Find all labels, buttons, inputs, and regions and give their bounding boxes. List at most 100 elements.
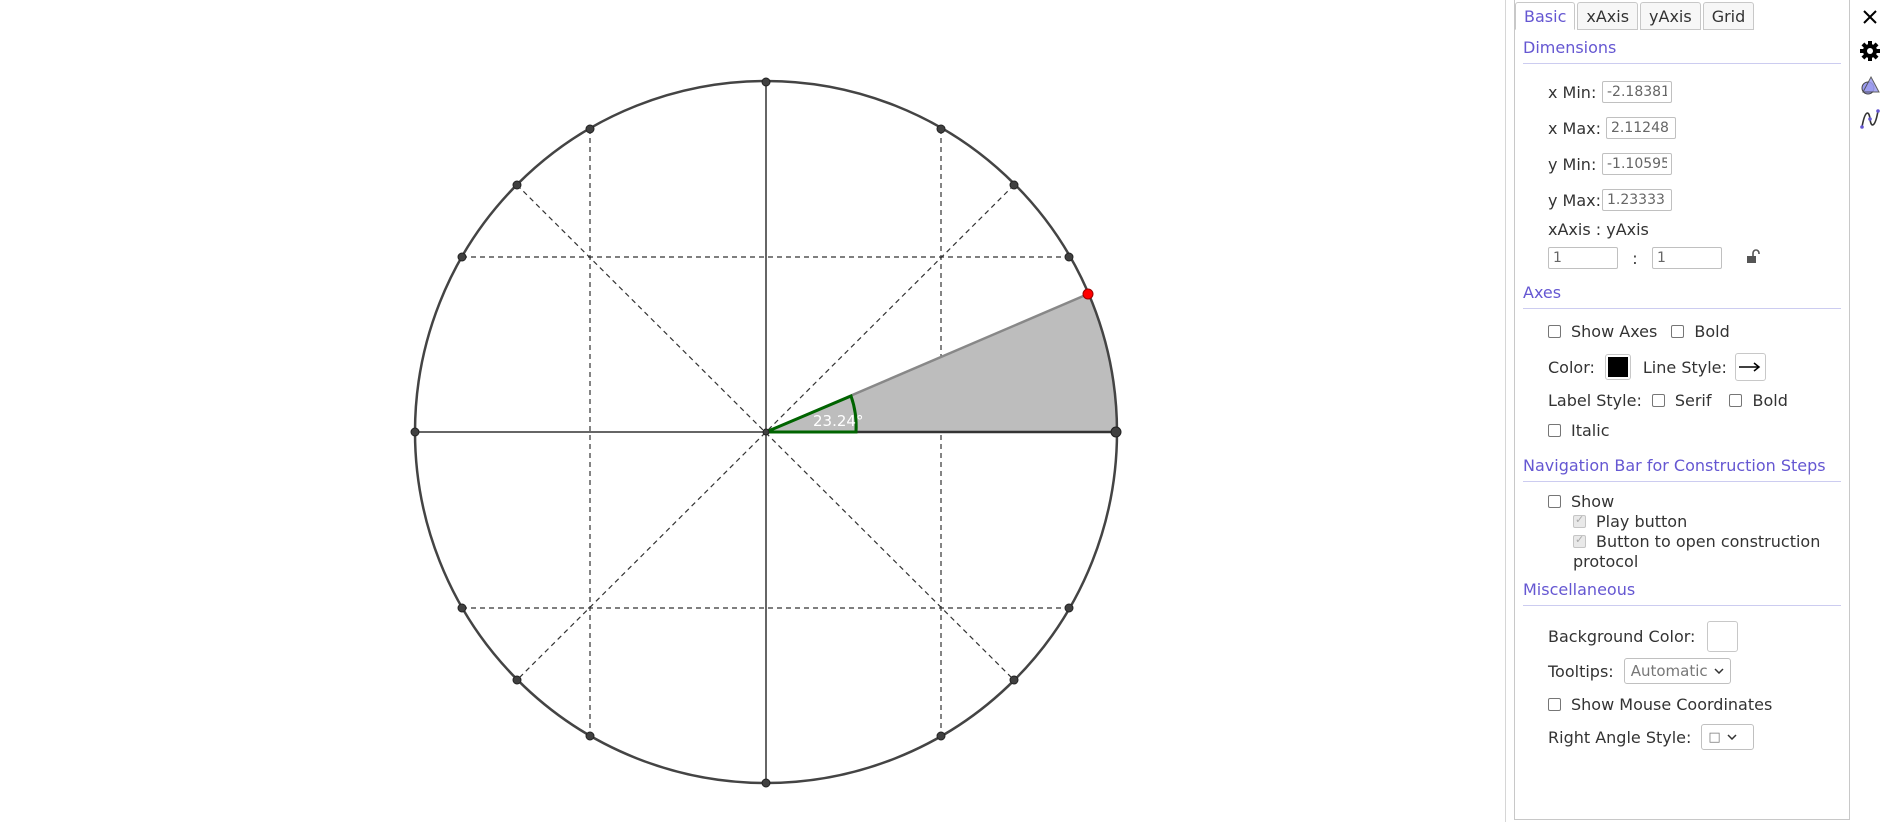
- serif-checkbox[interactable]: [1651, 394, 1665, 407]
- section-divider: [1523, 308, 1841, 309]
- tooltips-label: Tooltips:: [1548, 661, 1614, 681]
- serif-label: Serif: [1674, 391, 1712, 410]
- italic-label: Italic: [1571, 421, 1610, 440]
- open-protocol-label: Button to open construction: [1596, 532, 1821, 551]
- arrow-line-icon: [1739, 362, 1761, 372]
- y-min-row: y Min:: [1548, 153, 1672, 175]
- tab-xaxis[interactable]: xAxis: [1577, 2, 1639, 30]
- point: [761, 77, 771, 87]
- background-color-row: Background Color:: [1548, 621, 1739, 652]
- point: [1009, 180, 1019, 190]
- point: [1064, 603, 1074, 613]
- point: [936, 124, 946, 134]
- function-curve-icon[interactable]: [1855, 104, 1885, 134]
- point: [936, 731, 946, 741]
- show-axes-label: Show Axes: [1571, 322, 1658, 341]
- mouse-coords-label: Show Mouse Coordinates: [1571, 695, 1773, 714]
- axis-ratio-label: xAxis : yAxis: [1548, 220, 1649, 239]
- y-max-input[interactable]: [1602, 189, 1672, 211]
- point: [1009, 675, 1019, 685]
- right-angle-row: Right Angle Style: □: [1548, 724, 1755, 750]
- label-style-row: Label Style: Serif Bold: [1548, 391, 1788, 410]
- axes-bold-label: Bold: [1694, 322, 1730, 341]
- section-dimensions-title: Dimensions: [1523, 38, 1617, 57]
- tooltips-select[interactable]: Automatic: [1623, 658, 1731, 684]
- background-color-button[interactable]: [1707, 621, 1739, 652]
- tab-basic[interactable]: Basic: [1515, 2, 1576, 30]
- label-bold-checkbox[interactable]: [1729, 394, 1743, 407]
- ratio-separator: :: [1632, 248, 1638, 268]
- center-point: [762, 428, 770, 436]
- angle-label: 23.24°: [813, 412, 863, 430]
- axes-bold-checkbox[interactable]: [1671, 325, 1685, 338]
- color-swatch: [1710, 624, 1736, 649]
- italic-row: Italic: [1548, 421, 1609, 440]
- point: [761, 778, 771, 788]
- color-swatch: [1607, 357, 1628, 377]
- line-style-label: Line Style:: [1642, 357, 1727, 377]
- axes-color-button[interactable]: [1604, 354, 1631, 380]
- unit-circle-drawing[interactable]: 23.24°: [0, 0, 1505, 822]
- x-max-label: x Max:: [1548, 118, 1602, 138]
- mouse-coords-row: Show Mouse Coordinates: [1548, 695, 1772, 714]
- x-min-input[interactable]: [1602, 81, 1672, 103]
- gear-icon[interactable]: [1855, 36, 1885, 66]
- x-max-row: x Max:: [1548, 117, 1676, 139]
- graphics-view-icon[interactable]: [1855, 70, 1885, 100]
- section-divider: [1523, 605, 1841, 606]
- navbar-show-row: Show: [1548, 492, 1614, 511]
- label-style-label: Label Style:: [1548, 391, 1642, 410]
- line-style-button[interactable]: [1734, 353, 1766, 381]
- tooltips-row: Tooltips: Automatic: [1548, 658, 1731, 684]
- close-icon[interactable]: [1855, 2, 1885, 32]
- point: [457, 603, 467, 613]
- movable-point[interactable]: [1082, 288, 1094, 300]
- open-protocol-checkbox: [1573, 533, 1586, 548]
- section-divider: [1523, 63, 1841, 64]
- unlocked-lock-icon[interactable]: [1744, 248, 1760, 268]
- y-min-label: y Min:: [1548, 154, 1597, 174]
- section-navbar-title: Navigation Bar for Construction Steps: [1523, 456, 1826, 475]
- color-label: Color:: [1548, 357, 1595, 377]
- tab-grid[interactable]: Grid: [1702, 2, 1755, 30]
- y-max-row: y Max:: [1548, 189, 1672, 211]
- section-divider: [1523, 481, 1841, 482]
- show-axes-checkbox[interactable]: [1548, 325, 1561, 338]
- chevron-down-icon: [1714, 668, 1724, 674]
- chevron-down-icon: [1727, 734, 1737, 740]
- navbar-show-checkbox[interactable]: [1548, 495, 1561, 508]
- x-min-row: x Min:: [1548, 81, 1672, 103]
- point: [585, 731, 595, 741]
- section-axes-title: Axes: [1523, 283, 1562, 302]
- point: [585, 124, 595, 134]
- label-bold-label: Bold: [1752, 391, 1788, 410]
- panel-divider[interactable]: [1505, 0, 1506, 822]
- open-protocol-row: Button to open construction: [1573, 532, 1820, 551]
- graphics-view[interactable]: 23.24°: [0, 0, 1505, 822]
- settings-tabs: Basic xAxis yAxis Grid: [1515, 2, 1755, 30]
- right-angle-select[interactable]: □: [1701, 724, 1755, 750]
- side-toolbar: [1855, 0, 1888, 822]
- point: [1110, 426, 1122, 438]
- open-protocol-label-2: protocol: [1573, 552, 1639, 571]
- play-button-row: Play button: [1573, 512, 1687, 531]
- x-max-input[interactable]: [1606, 117, 1676, 139]
- ratio-y-input[interactable]: [1652, 247, 1722, 269]
- tab-yaxis[interactable]: yAxis: [1640, 2, 1701, 30]
- y-max-label: y Max:: [1548, 190, 1602, 210]
- point: [1064, 252, 1074, 262]
- point: [457, 252, 467, 262]
- x-min-label: x Min:: [1548, 82, 1597, 102]
- right-angle-label: Right Angle Style:: [1548, 727, 1692, 747]
- background-color-label: Background Color:: [1548, 627, 1696, 646]
- italic-checkbox[interactable]: [1548, 424, 1561, 437]
- play-button-checkbox: [1573, 513, 1586, 528]
- mouse-coords-checkbox[interactable]: [1548, 698, 1561, 711]
- tooltips-value: Automatic: [1630, 662, 1708, 680]
- point: [512, 180, 522, 190]
- y-min-input[interactable]: [1602, 153, 1672, 175]
- ratio-x-input[interactable]: [1548, 247, 1618, 269]
- right-angle-value: □: [1708, 729, 1721, 745]
- point: [410, 427, 420, 437]
- show-axes-row: Show Axes Bold: [1548, 322, 1730, 341]
